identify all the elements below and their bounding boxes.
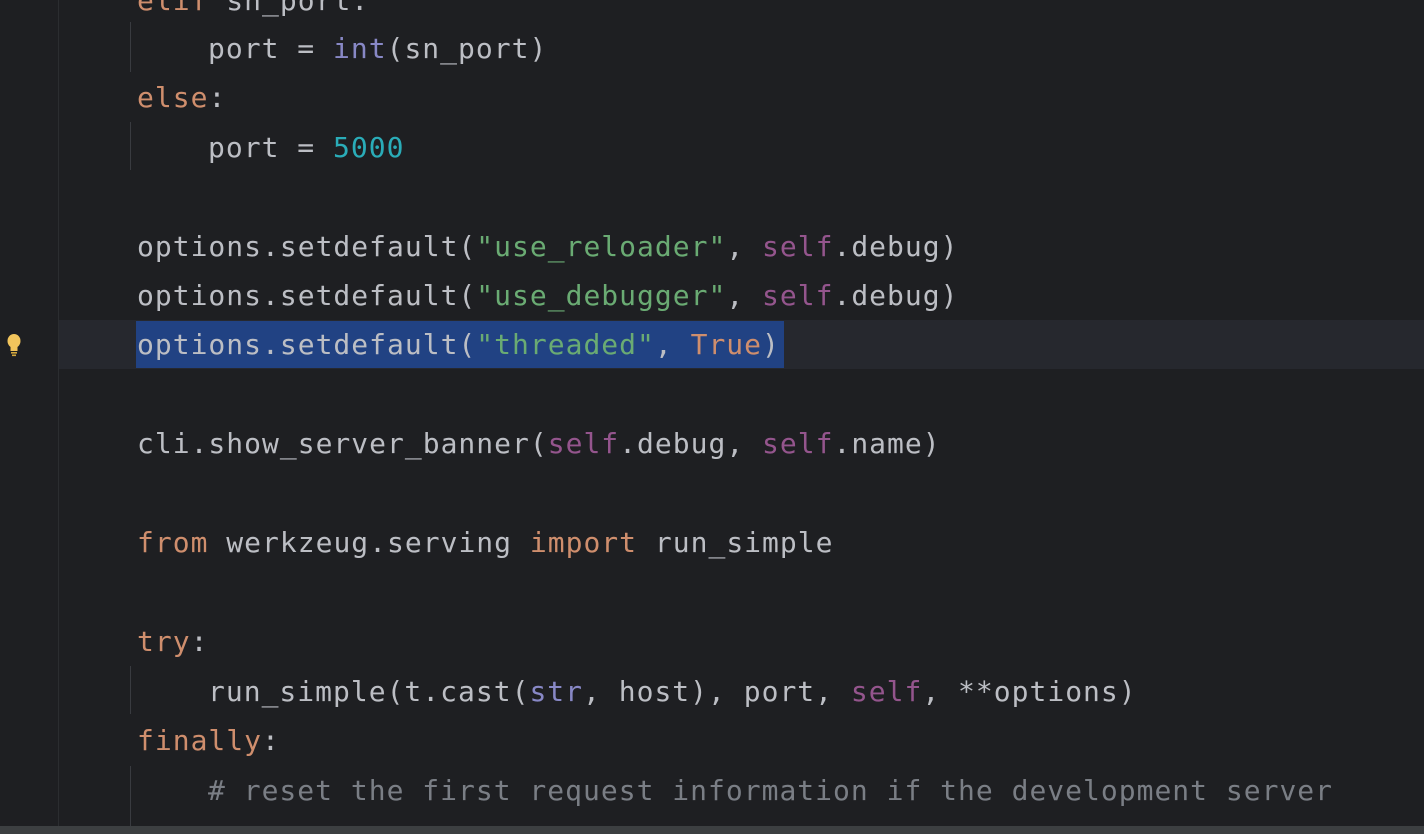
code-token: , **options) — [922, 675, 1137, 708]
comment-token: # reset the first request information if… — [208, 774, 1334, 807]
keyword-token: import — [529, 526, 638, 559]
indent-guide — [130, 666, 131, 714]
code-token: .debug) — [833, 279, 959, 312]
code-line[interactable]: cli.show_server_banner(self.debug, self.… — [137, 419, 941, 468]
keyword-token: elif — [137, 0, 209, 17]
code-token: , host), port, — [583, 675, 851, 708]
code-token: .name) — [833, 427, 941, 460]
code-line[interactable]: # reset the first request information if… — [208, 766, 1333, 815]
lightbulb-icon[interactable] — [6, 333, 22, 357]
code-token: options.setdefault( — [137, 328, 477, 361]
indent-guide — [130, 22, 131, 72]
selected-code-line[interactable]: options.setdefault("threaded", True) — [137, 320, 780, 369]
keyword-token: True — [690, 328, 763, 361]
code-token: , — [726, 279, 763, 312]
indent-guide — [130, 766, 131, 834]
horizontal-scrollbar[interactable] — [0, 826, 1424, 834]
code-token: port = — [208, 131, 334, 164]
keyword-token: from — [137, 526, 209, 559]
code-token: port = — [208, 32, 334, 65]
code-token: sn_port: — [208, 0, 370, 17]
code-token: werkzeug.serving — [208, 526, 530, 559]
code-token: options.setdefault( — [137, 279, 477, 312]
code-token: run_simple — [637, 526, 834, 559]
code-token: : — [262, 724, 280, 757]
builtin-token: str — [529, 675, 584, 708]
keyword-token: else — [137, 81, 209, 114]
code-line[interactable]: else: — [137, 73, 226, 122]
code-token: : — [190, 625, 209, 658]
code-token: ) — [762, 328, 780, 361]
code-line[interactable]: elif sn_port: — [137, 0, 369, 25]
self-token: self — [850, 675, 923, 708]
string-token: "use_debugger" — [476, 279, 727, 312]
code-line[interactable]: options.setdefault("use_reloader", self.… — [137, 222, 958, 271]
code-token: .debug, — [619, 427, 763, 460]
code-token: .debug) — [833, 230, 959, 263]
code-token: , — [726, 230, 763, 263]
number-token: 5000 — [333, 131, 405, 164]
code-editor[interactable]: elif sn_port: port = int(sn_port) else: … — [0, 0, 1424, 834]
code-line[interactable]: port = int(sn_port) — [208, 24, 547, 73]
code-line[interactable]: port = 5000 — [208, 123, 404, 172]
string-token: "use_reloader" — [476, 230, 727, 263]
indent-guide — [130, 122, 131, 170]
code-token: (sn_port) — [386, 32, 548, 65]
self-token: self — [762, 230, 834, 263]
gutter-separator — [58, 0, 59, 834]
code-token: : — [208, 81, 227, 114]
keyword-token: try — [137, 625, 191, 658]
code-line[interactable]: finally: — [137, 716, 280, 765]
self-token: self — [547, 427, 620, 460]
code-token: cli.show_server_banner( — [137, 427, 548, 460]
string-token: "threaded" — [476, 328, 655, 361]
code-token: run_simple(t.cast( — [208, 675, 530, 708]
code-line[interactable]: from werkzeug.serving import run_simple — [137, 518, 833, 567]
code-line[interactable]: run_simple(t.cast(str, host), port, self… — [208, 667, 1137, 716]
code-token: , — [654, 328, 691, 361]
self-token: self — [762, 427, 834, 460]
builtin-token: int — [333, 32, 387, 65]
code-token: options.setdefault( — [137, 230, 477, 263]
editor-gutter[interactable] — [0, 0, 58, 834]
code-line[interactable]: try: — [137, 617, 208, 666]
keyword-token: finally — [137, 724, 263, 757]
code-line[interactable]: options.setdefault("use_debugger", self.… — [137, 271, 958, 320]
self-token: self — [762, 279, 834, 312]
